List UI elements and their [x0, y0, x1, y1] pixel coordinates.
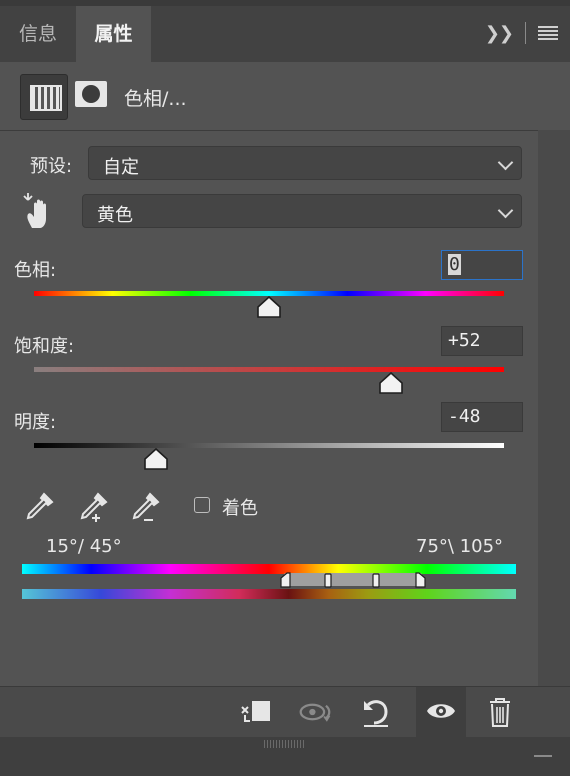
header-divider	[0, 130, 570, 131]
panel-scroll-gutter	[538, 130, 570, 686]
panel-tab-bar: 信息 属性 ❯❯	[0, 6, 570, 62]
channel-value: 黄色	[97, 205, 133, 226]
tab-info[interactable]: 信息	[0, 6, 76, 62]
result-color-bar	[22, 589, 516, 599]
saturation-label: 饱和度:	[14, 336, 75, 357]
preset-select[interactable]: 自定	[88, 146, 522, 180]
hue-saturation-adjustment-button[interactable]	[20, 74, 68, 120]
adjustment-title: 色相/...	[124, 88, 187, 110]
chevron-down-icon	[497, 202, 514, 219]
trash-icon[interactable]	[482, 695, 518, 729]
eyedropper-add-icon[interactable]	[76, 490, 110, 524]
double-chevron-right-icon[interactable]: ❯❯	[485, 23, 514, 44]
range-right-value: 75°\ 105°	[416, 536, 504, 557]
lightness-label: 明度:	[14, 412, 57, 433]
saturation-slider-track[interactable]	[34, 367, 504, 372]
visibility-toggle-button[interactable]	[416, 687, 466, 737]
colorize-label: 着色	[222, 498, 258, 519]
source-color-bar	[22, 564, 516, 574]
tab-divider	[525, 22, 526, 44]
lightness-slider-thumb[interactable]	[144, 448, 168, 470]
hue-saturation-adjustment-icon	[30, 85, 62, 111]
hamburger-menu-icon[interactable]	[538, 26, 558, 40]
tab-properties[interactable]: 属性	[76, 6, 151, 62]
view-previous-state-icon[interactable]	[298, 695, 334, 729]
range-left-value: 15°/ 45°	[46, 536, 122, 557]
resize-grip[interactable]	[264, 740, 304, 748]
tab-actions: ❯❯	[485, 18, 558, 48]
clip-to-layer-icon[interactable]	[238, 695, 274, 729]
saturation-slider-thumb[interactable]	[379, 372, 403, 394]
lightness-input[interactable]: -48	[441, 402, 523, 432]
properties-header: 色相/...	[0, 62, 570, 130]
chevron-down-icon	[497, 154, 514, 171]
hue-input[interactable]: 0	[441, 250, 523, 280]
properties-footer-toolbar	[0, 686, 570, 737]
channel-select[interactable]: 黄色	[82, 194, 522, 228]
preset-label: 预设:	[30, 156, 73, 177]
eye-icon	[427, 704, 455, 718]
preset-value: 自定	[103, 157, 139, 178]
hue-label: 色相:	[14, 260, 57, 281]
eyedropper-subtract-icon[interactable]	[128, 490, 162, 524]
saturation-input[interactable]: +52	[441, 326, 523, 356]
eyedropper-icon[interactable]	[22, 490, 56, 524]
colorize-checkbox[interactable]	[194, 497, 210, 513]
layer-mask-icon[interactable]	[75, 81, 107, 107]
reset-icon[interactable]	[358, 695, 394, 729]
minimize-indicator[interactable]	[534, 755, 552, 757]
color-range-handles[interactable]	[279, 572, 427, 588]
lightness-slider-track[interactable]	[34, 443, 504, 448]
targeted-adjustment-hand-icon[interactable]	[22, 192, 54, 230]
hue-slider-thumb[interactable]	[257, 296, 281, 318]
